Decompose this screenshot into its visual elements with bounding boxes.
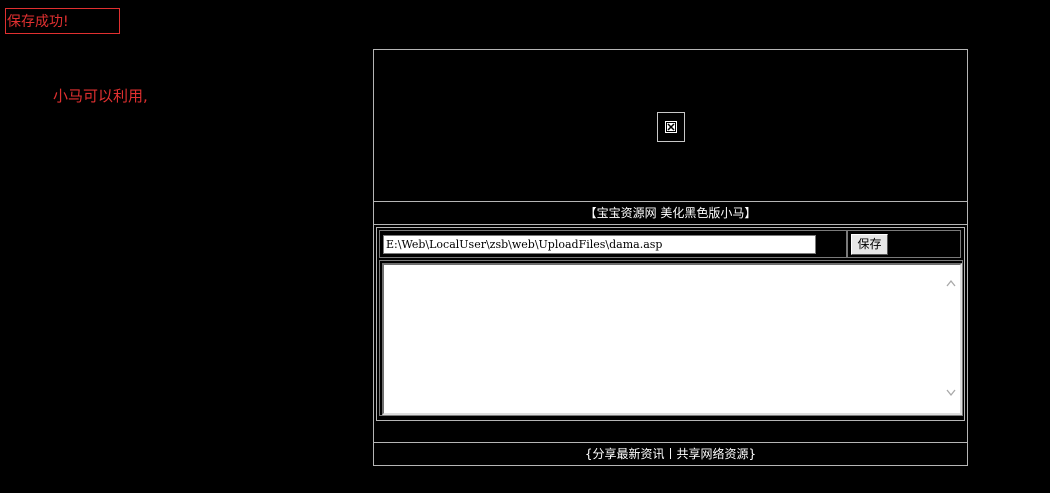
broken-image-icon bbox=[657, 112, 685, 142]
scroll-down-icon[interactable] bbox=[946, 389, 956, 399]
logo-area bbox=[374, 50, 967, 202]
content-textarea[interactable] bbox=[382, 263, 962, 415]
button-cell: 保存 bbox=[847, 230, 961, 258]
editor-box: E:\Web\LocalUser\zsb\web\UploadFiles\dam… bbox=[376, 227, 965, 421]
path-cell: E:\Web\LocalUser\zsb\web\UploadFiles\dam… bbox=[379, 230, 847, 258]
save-button[interactable]: 保存 bbox=[851, 234, 888, 255]
textarea-scrollbar[interactable] bbox=[943, 265, 960, 413]
textarea-frame bbox=[379, 260, 963, 416]
scroll-up-icon[interactable] bbox=[946, 279, 956, 289]
save-success-banner: 保存成功! bbox=[5, 8, 120, 34]
file-path-input[interactable]: E:\Web\LocalUser\zsb\web\UploadFiles\dam… bbox=[383, 235, 816, 254]
webshell-panel: 【宝宝资源网 美化黑色版小马】 E:\Web\LocalUser\zsb\web… bbox=[373, 49, 968, 466]
panel-footer: {分享最新资讯丨共享网络资源} bbox=[374, 442, 967, 465]
save-success-text: 保存成功! bbox=[7, 14, 69, 30]
side-note: 小马可以利用, bbox=[53, 87, 148, 105]
panel-title: 【宝宝资源网 美化黑色版小马】 bbox=[374, 202, 967, 225]
